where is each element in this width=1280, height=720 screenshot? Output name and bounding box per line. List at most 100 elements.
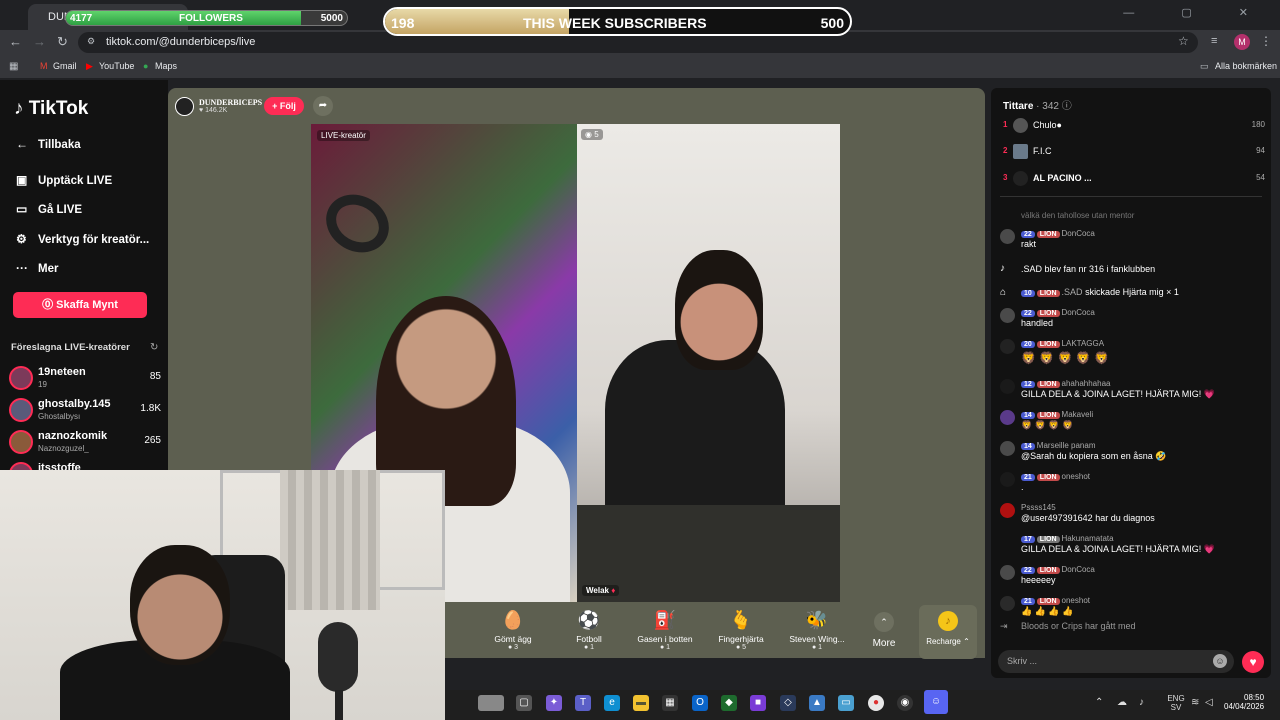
taskbar-widget-icon[interactable] xyxy=(478,695,504,711)
avatar xyxy=(1013,144,1028,159)
top-viewer-row[interactable]: 1 Chulo● 180 xyxy=(1003,118,1265,136)
store-icon[interactable]: ▦ xyxy=(662,695,678,711)
host-name[interactable]: DUNDERBICEPS xyxy=(199,98,262,107)
clock[interactable]: 08:50 04/04/2026 xyxy=(1224,693,1264,711)
app-icon[interactable]: ◇ xyxy=(780,695,796,711)
sidebar-item-discover-live[interactable]: ▣ Upptäck LIVE xyxy=(16,173,112,187)
profile-avatar[interactable]: M xyxy=(1234,34,1250,50)
level-badge: 17 xyxy=(1021,536,1035,543)
top-viewer-row[interactable]: 2 F.I.C 94 xyxy=(1003,144,1265,162)
gift-item[interactable]: ⚽ Fotboll ● 1 xyxy=(554,610,624,651)
bookmark-maps[interactable]: Maps xyxy=(155,61,177,71)
tiktok-logo[interactable]: ♪ TikTok xyxy=(14,98,88,120)
bookmark-gmail[interactable]: Gmail xyxy=(53,61,77,71)
refresh-icon[interactable]: ↻ xyxy=(150,342,158,353)
microphone-icon[interactable]: ♪ xyxy=(1139,697,1144,708)
message-header: 14 Marseille panam xyxy=(1021,441,1096,450)
eye-icon: ◉ xyxy=(585,130,595,139)
url-text: tiktok.com/@dunderbiceps/live xyxy=(106,36,256,48)
back-button[interactable]: ← Tillbaka xyxy=(16,137,81,151)
menu-kebab-icon[interactable]: ⋮ xyxy=(1260,34,1272,48)
more-gifts-button[interactable]: ⌃ More xyxy=(870,612,898,652)
window-controls[interactable]: — ▢ ✕ xyxy=(1123,6,1270,19)
video-camera-icon: ▭ xyxy=(16,202,28,216)
display-icon[interactable]: ▭ xyxy=(838,695,854,711)
team-badge: LION xyxy=(1036,231,1060,238)
reading-list-icon[interactable]: ≡ xyxy=(1211,35,1217,47)
avatar xyxy=(1000,410,1015,425)
reload-icon[interactable]: ↻ xyxy=(57,34,68,50)
team-badge: LION xyxy=(1036,536,1060,543)
sidebar-item-creator-tools[interactable]: ⚙ Verktyg för kreatör... xyxy=(16,232,149,246)
team-badge: LION xyxy=(1036,310,1060,317)
cloud-icon[interactable]: ☁ xyxy=(1117,697,1127,708)
suggested-creator[interactable]: naznozkomik Naznozguzel_ 265 xyxy=(9,430,161,460)
follow-button[interactable]: + Följ xyxy=(264,97,304,115)
edge-icon[interactable]: e xyxy=(604,695,620,711)
level-badge: 22 xyxy=(1021,310,1035,317)
all-bookmarks[interactable]: Alla bokmärken xyxy=(1215,61,1277,71)
message-header: 12 LION ahahahhahaa xyxy=(1021,379,1110,388)
bookmark-star-icon[interactable]: ☆ xyxy=(1178,34,1189,48)
guest-name-label[interactable]: Welak ♦ xyxy=(582,585,620,596)
bookmark-youtube[interactable]: YouTube xyxy=(99,61,134,71)
obs-icon[interactable]: ◉ xyxy=(897,695,913,711)
gift-item[interactable]: 🐝 Steven Wing... ● 1 xyxy=(782,610,852,651)
coin-icon: ♪ xyxy=(938,611,958,631)
avatar xyxy=(1000,503,1015,518)
discord-icon[interactable]: ☺ xyxy=(924,690,948,714)
webcam-curtain xyxy=(280,470,380,610)
copilot-icon[interactable]: ✦ xyxy=(546,695,562,711)
message-text: GILLA DELA & JOINA LAGET! HJÄRTA MIG! 💗 xyxy=(1021,544,1215,554)
join-icon: ⇥ xyxy=(1000,621,1008,631)
recharge-button[interactable]: ♪ Recharge ⌃ xyxy=(919,605,977,659)
emoji-stickers: 🦁 🦁 🦁 🦁 🦁 xyxy=(1021,351,1110,365)
gift-item[interactable]: 🥚 Gömt ägg ● 3 xyxy=(478,610,548,651)
subscribers-goal-bar: 198 THIS WEEK SUBSCRIBERS 500 xyxy=(383,7,852,36)
gift-item[interactable]: ⛽ Gasen i botten ● 1 xyxy=(630,610,700,651)
team-badge: LION xyxy=(1036,567,1060,574)
top-viewer-row[interactable]: 3 AL PACINO ... 54 xyxy=(1003,171,1265,189)
file-explorer-icon[interactable]: ▬ xyxy=(633,695,649,711)
guest-name: Welak xyxy=(586,586,609,595)
language-indicator[interactable]: ENG SV xyxy=(1161,694,1191,712)
outlook-icon[interactable]: O xyxy=(692,695,708,711)
viewer-score: 94 xyxy=(1256,146,1265,155)
photos-icon[interactable]: ▲ xyxy=(809,695,825,711)
flame-icon: ♦ xyxy=(611,586,616,595)
task-view-icon[interactable]: ▢ xyxy=(516,695,532,711)
sidebar-item-more[interactable]: ··· Mer xyxy=(16,261,58,275)
gift-item[interactable]: 🫰 Fingerhjärta ● 5 xyxy=(706,610,776,651)
chrome-icon[interactable]: ● xyxy=(868,695,884,711)
back-arrow-icon[interactable]: ← xyxy=(9,34,22,49)
volume-icon[interactable]: ◁ xyxy=(1205,697,1213,708)
level-badge: 20 xyxy=(1021,341,1035,348)
host-avatar[interactable] xyxy=(175,97,194,116)
wifi-icon[interactable]: ≋ xyxy=(1191,697,1199,708)
apps-grid-icon[interactable]: ▦ xyxy=(9,61,18,72)
bookmarks-bar: ▦ M Gmail ▶ YouTube ● Maps ▭ Alla bokmär… xyxy=(0,56,1280,78)
more-dots-icon: ··· xyxy=(16,261,28,275)
gift-cost-value: 5 xyxy=(742,644,747,651)
username: Pssss145 xyxy=(1021,503,1056,512)
gift-cost: ● 3 xyxy=(507,644,519,651)
vpn-icon[interactable]: ◆ xyxy=(721,695,737,711)
buy-coins-button[interactable]: ⓪ Skaffa Mynt xyxy=(13,292,147,318)
forward-arrow-icon[interactable]: → xyxy=(33,34,46,49)
emoji-icon[interactable]: ☺ xyxy=(1213,654,1227,668)
avatar xyxy=(1000,308,1015,323)
suggested-creator[interactable]: ghostalby.145 Ghostalbysı 1.8K xyxy=(9,398,161,428)
chevron-up-icon[interactable]: ⌃ xyxy=(1095,697,1103,708)
suggested-creator[interactable]: 19neteen 19 85 xyxy=(9,366,161,396)
share-icon[interactable]: ➦ xyxy=(313,96,333,116)
sidebar-item-go-live[interactable]: ▭ Gå LIVE xyxy=(16,202,82,216)
message-header: 21 LION oneshot xyxy=(1021,596,1090,605)
message-text: heeeeey xyxy=(1021,575,1056,585)
site-info-icon[interactable]: ⚙ xyxy=(87,36,95,47)
heart-like-button[interactable]: ♥ xyxy=(1242,651,1264,673)
avatar xyxy=(9,366,33,390)
chat-input[interactable]: Skriv ... xyxy=(998,650,1234,673)
office-icon[interactable]: ■ xyxy=(750,695,766,711)
teams-icon[interactable]: T xyxy=(575,695,591,711)
username: Marseille panam xyxy=(1036,441,1096,450)
